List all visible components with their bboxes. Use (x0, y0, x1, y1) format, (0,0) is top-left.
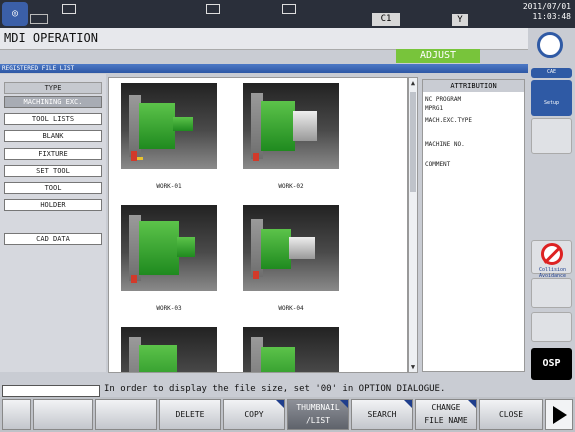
sidebar-button-gray-1[interactable] (531, 278, 572, 308)
screen-root: ◎ C1 Y 2011/07/01 11:03:48 MDI OPERATION… (0, 0, 575, 432)
thumbnail-image (243, 327, 339, 372)
osp-button[interactable]: OSP (531, 348, 572, 380)
delete-button[interactable]: DELETE (159, 399, 221, 430)
next-page-arrow-icon[interactable] (545, 399, 573, 430)
attribution-line: MACHINE NO. (425, 141, 465, 148)
no-entry-icon (537, 32, 563, 58)
type-holder[interactable]: HOLDER (4, 199, 102, 211)
page-title: MDI OPERATION (4, 31, 98, 45)
thumbnail-caption: WORK-02 (278, 183, 304, 190)
collision-icon (541, 243, 563, 265)
title-bar: MDI OPERATION (0, 28, 528, 50)
status-box-icon (62, 4, 76, 14)
cae-label: CAE (546, 69, 557, 75)
fkey-blank-3[interactable] (95, 399, 157, 430)
scroll-up-icon[interactable]: ▲ (409, 78, 417, 88)
list-label: /LIST (305, 416, 331, 425)
attribution-line: NC PROGRAM (425, 96, 462, 103)
scroll-down-icon[interactable]: ▼ (409, 362, 417, 372)
attribution-line: COMMENT (425, 161, 451, 168)
thumbnail-grid: WORK-01 WORK-02 WORK-03 WORK-04 (108, 77, 408, 373)
type-set-tool[interactable]: SET TOOL (4, 165, 102, 177)
setup-button[interactable]: Setup (531, 80, 572, 116)
thumbnail-item[interactable]: WORK-04 (243, 205, 339, 312)
type-header: TYPE (4, 82, 102, 94)
change-label: CHANGE (431, 403, 461, 412)
message-input[interactable] (2, 385, 100, 397)
thumbnail-caption: WORK-03 (156, 305, 182, 312)
status-message: In order to display the file size, set '… (104, 384, 446, 394)
thumbnail-image (121, 205, 217, 291)
close-button[interactable]: CLOSE (479, 399, 543, 430)
type-tool-lists[interactable]: TOOL LISTS (4, 113, 102, 125)
okuma-logo-icon: ◎ (2, 2, 28, 26)
status-clock: 2011/07/01 11:03:48 (523, 2, 571, 22)
close-label: CLOSE (498, 410, 524, 419)
sidebar-button-gray-2[interactable] (531, 312, 572, 342)
status-date: 2011/07/01 (522, 2, 571, 11)
thumbnail-item[interactable] (243, 327, 339, 372)
thumbnail-scrollbar[interactable]: ▲ ▼ (408, 77, 418, 373)
function-key-bar: DELETE COPY THUMBNAIL /LIST SEARCH CHANG… (0, 397, 575, 432)
mode-badge: ADJUST (396, 49, 480, 63)
thumbnail-label: THUMBNAIL (296, 403, 340, 412)
thumbnail-caption: WORK-04 (278, 305, 304, 312)
file-type-panel: TYPE MACHINING EXC. TOOL LISTS BLANK FIX… (0, 74, 106, 372)
type-machining-exc[interactable]: MACHINING EXC. (4, 96, 102, 108)
type-blank[interactable]: BLANK (4, 130, 102, 142)
fkey-blank-2[interactable] (33, 399, 93, 430)
copy-label: COPY (244, 410, 264, 419)
sidebar-disabled-button[interactable] (531, 118, 572, 154)
search-label: SEARCH (367, 410, 397, 419)
attribution-line: MPRG1 (425, 105, 444, 112)
thumbnail-item[interactable]: WORK-03 (121, 205, 217, 312)
cad-data-button[interactable]: CAD DATA (4, 233, 102, 245)
thumbnail-image (121, 327, 217, 372)
type-fixture[interactable]: FIXTURE (4, 148, 102, 160)
subtitle-bar: REGISTERED FILE LIST (0, 64, 528, 73)
change-file-name-button[interactable]: CHANGE FILE NAME (415, 399, 477, 430)
status-y: Y (452, 14, 468, 26)
file-name-label: FILE NAME (424, 416, 468, 425)
delete-label: DELETE (175, 410, 205, 419)
scroll-thumb[interactable] (410, 92, 416, 192)
status-box-icon-3 (282, 4, 296, 14)
copy-button[interactable]: COPY (223, 399, 285, 430)
type-tool[interactable]: TOOL (4, 182, 102, 194)
osp-label: OSP (542, 358, 561, 369)
search-button[interactable]: SEARCH (351, 399, 413, 430)
right-sidebar: CAE Setup Collision Avoidance OSP (528, 28, 575, 384)
thumbnail-item[interactable] (121, 327, 217, 372)
thumbnail-image (243, 205, 339, 291)
collision-avoidance-button[interactable]: Collision Avoidance (531, 240, 572, 279)
attribution-header: ATTRIBUTION (423, 80, 524, 92)
attribution-panel: ATTRIBUTION NC PROGRAM MPRG1 MACH.EXC.TY… (422, 79, 525, 372)
thumbnail-image (243, 83, 339, 169)
thumbnail-item[interactable]: WORK-02 (243, 83, 339, 190)
thumbnail-image (121, 83, 217, 169)
thumbnail-list-button[interactable]: THUMBNAIL /LIST (287, 399, 349, 430)
setup-label: Setup (543, 100, 560, 106)
status-box-icon-2 (206, 4, 220, 14)
fkey-blank-1[interactable] (2, 399, 31, 430)
status-icon-small (30, 14, 48, 24)
thumbnail-item[interactable]: WORK-01 (121, 83, 217, 190)
status-c1: C1 (372, 13, 400, 26)
attribution-line: MACH.EXC.TYPE (425, 117, 472, 124)
status-bar: ◎ C1 Y 2011/07/01 11:03:48 (0, 0, 575, 28)
cae-button[interactable]: CAE (531, 68, 572, 78)
thumbnail-caption: WORK-01 (156, 183, 182, 190)
status-time: 11:03:48 (532, 12, 571, 21)
